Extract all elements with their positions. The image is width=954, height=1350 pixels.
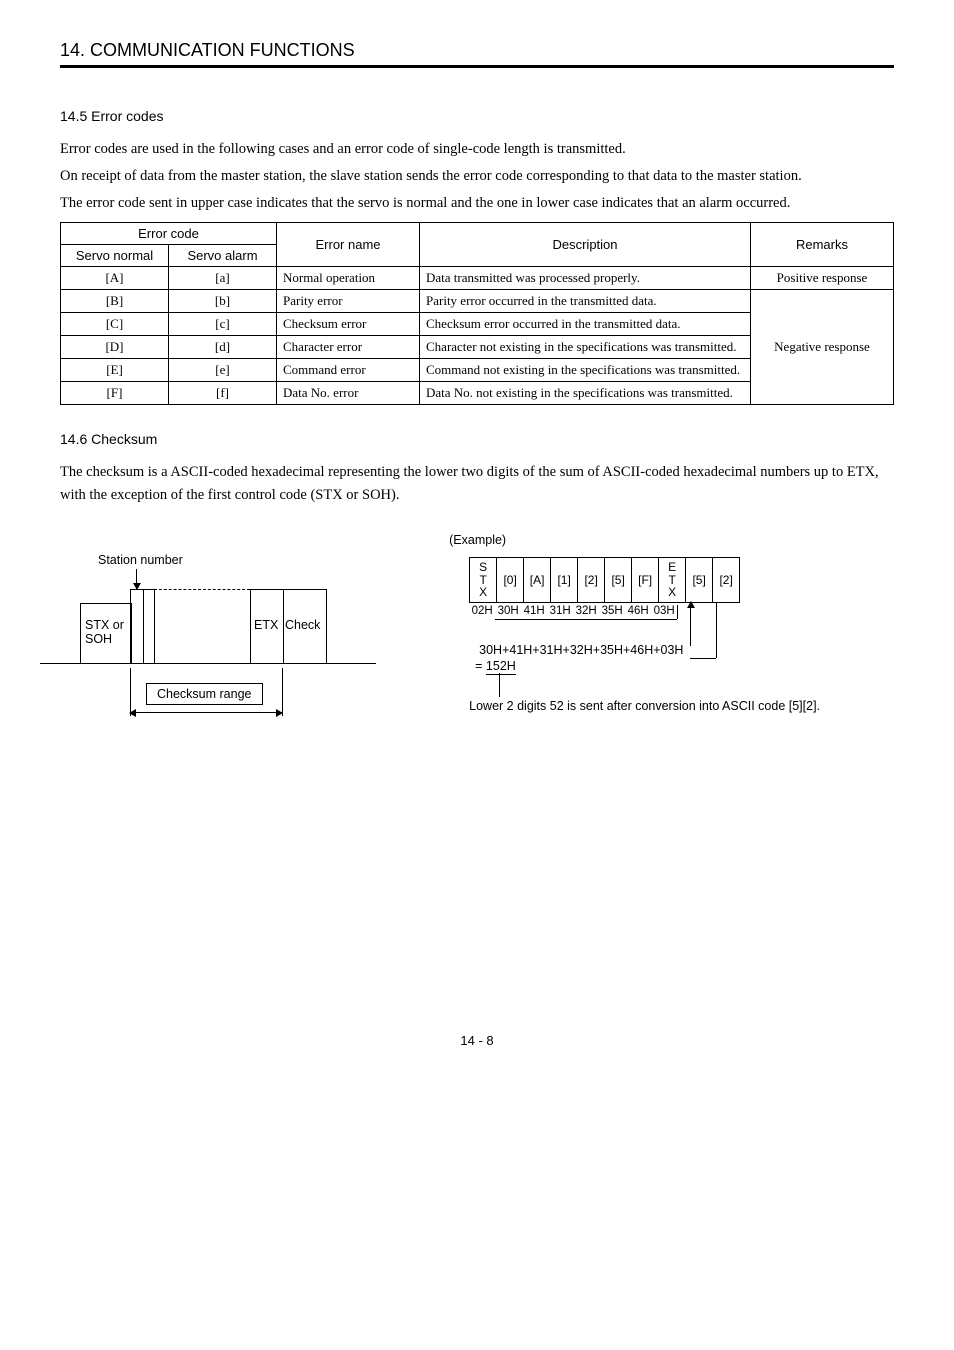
table-row: [B] [b] Parity error Parity error occurr… xyxy=(61,289,894,312)
hex-row: 02H30H41H31H32H35H46H03H xyxy=(469,605,677,617)
box-check: Check xyxy=(282,589,327,664)
lbl-note: Lower 2 digits 52 is sent after conversi… xyxy=(469,699,820,713)
lbl-result: = 152H xyxy=(475,659,516,673)
diagram-frame-right: (Example) STX[0][A][1][2][5][F]ETX[5][2]… xyxy=(449,533,894,773)
cell-desc: Data No. not existing in the specificati… xyxy=(420,381,751,404)
cell-desc: Parity error occurred in the transmitted… xyxy=(420,289,751,312)
cell-desc: Character not existing in the specificat… xyxy=(420,335,751,358)
cell-sn: [B] xyxy=(61,289,169,312)
byte-frame: STX[0][A][1][2][5][F]ETX[5][2] xyxy=(469,557,740,603)
hex-cell: 32H xyxy=(573,605,599,617)
section-head-146: 14.6 Checksum xyxy=(60,431,894,447)
frame-line-right xyxy=(326,663,376,664)
range-arrow xyxy=(130,712,282,713)
cell-sa: [a] xyxy=(169,266,277,289)
arrow-to-bytes-icon xyxy=(716,602,717,658)
para-4: The checksum is a ASCII-coded hexadecima… xyxy=(60,461,894,507)
lbl-stx: STX or xyxy=(85,618,124,632)
hex-cell: 46H xyxy=(625,605,651,617)
byte-cell: [0] xyxy=(496,557,523,603)
page-number: 14 - 8 xyxy=(60,1033,894,1048)
cell-desc: Data transmitted was processed properly. xyxy=(420,266,751,289)
th-servo-alarm: Servo alarm xyxy=(169,244,277,266)
byte-cell: [2] xyxy=(712,557,740,603)
byte-cell: [1] xyxy=(550,557,577,603)
arrow-station-icon xyxy=(136,569,137,589)
cell-remarks-neg: Negative response xyxy=(751,289,894,404)
hex-cell: 03H xyxy=(651,605,677,617)
cell-sn: [D] xyxy=(61,335,169,358)
dashed-top xyxy=(154,589,250,590)
byte-cell: [5] xyxy=(685,557,712,603)
hex-cell: 41H xyxy=(521,605,547,617)
chapter-title: 14. COMMUNICATION FUNCTIONS xyxy=(60,40,894,68)
cell-name: Data No. error xyxy=(277,381,420,404)
bytes-join xyxy=(690,658,716,659)
label-station-number: Station number xyxy=(98,553,183,567)
th-remarks: Remarks xyxy=(751,222,894,266)
lbl-soh: SOH xyxy=(85,632,112,646)
th-errcode: Error code xyxy=(61,222,277,244)
span-underline xyxy=(495,619,677,620)
byte-cell: [F] xyxy=(631,557,658,603)
byte-cell: [A] xyxy=(523,557,550,603)
arrow-to-sum-icon xyxy=(690,602,691,646)
byte-cell: [5] xyxy=(604,557,631,603)
cell-name: Checksum error xyxy=(277,312,420,335)
cell-name: Parity error xyxy=(277,289,420,312)
hex-cell: 02H xyxy=(469,605,495,617)
box-stx-soh: STX or SOH xyxy=(80,603,132,664)
box-checksum-range: Checksum range xyxy=(146,683,263,705)
byte-cell: [2] xyxy=(577,557,604,603)
sec-title: Checksum xyxy=(91,431,157,447)
frame-line xyxy=(40,663,80,664)
byte-cell: STX xyxy=(469,557,496,603)
hex-cell: 31H xyxy=(547,605,573,617)
table-header-row: Error code Error name Description Remark… xyxy=(61,222,894,244)
lbl-sum: 30H+41H+31H+32H+35H+46H+03H xyxy=(479,643,683,657)
cell-sa: [f] xyxy=(169,381,277,404)
error-code-table: Error code Error name Description Remark… xyxy=(60,222,894,405)
hex-cell: 30H xyxy=(495,605,521,617)
cell-sn: [C] xyxy=(61,312,169,335)
box-station-2 xyxy=(142,589,155,664)
diagram-frame-left: Station number STX or SOH ETX Check xyxy=(60,533,379,743)
cell-desc: Checksum error occurred in the transmitt… xyxy=(420,312,751,335)
tick-152 xyxy=(499,673,500,697)
para-1: Error codes are used in the following ca… xyxy=(60,138,894,161)
table-row: [A] [a] Normal operation Data transmitte… xyxy=(61,266,894,289)
hex-cell: 35H xyxy=(599,605,625,617)
frame-baseline xyxy=(80,663,326,664)
label-example: (Example) xyxy=(449,533,506,547)
cell-name: Command error xyxy=(277,358,420,381)
section-head-145: 14.5 Error codes xyxy=(60,108,894,124)
sec-num: 14.5 xyxy=(60,108,87,124)
th-errname: Error name xyxy=(277,222,420,266)
lbl-etx: ETX xyxy=(254,618,278,632)
cell-name: Character error xyxy=(277,335,420,358)
lbl-check: Check xyxy=(285,618,320,632)
cell-sn: [E] xyxy=(61,358,169,381)
para-2: On receipt of data from the master stati… xyxy=(60,165,894,188)
cell-sn: [F] xyxy=(61,381,169,404)
cell-name: Normal operation xyxy=(277,266,420,289)
th-desc: Description xyxy=(420,222,751,266)
sec-title: Error codes xyxy=(91,108,163,124)
span-tick xyxy=(677,605,678,619)
byte-cell: ETX xyxy=(658,557,685,603)
cell-sa: [e] xyxy=(169,358,277,381)
para-3: The error code sent in upper case indica… xyxy=(60,192,894,215)
th-servo-normal: Servo normal xyxy=(61,244,169,266)
lbl-checksum-range: Checksum range xyxy=(157,687,252,701)
cell-sa: [b] xyxy=(169,289,277,312)
sec-num: 14.6 xyxy=(60,431,87,447)
cell-sa: [c] xyxy=(169,312,277,335)
box-etx: ETX xyxy=(250,589,284,664)
cell-sn: [A] xyxy=(61,266,169,289)
cell-desc: Command not existing in the specificatio… xyxy=(420,358,751,381)
cell-remarks-pos: Positive response xyxy=(751,266,894,289)
cell-sa: [d] xyxy=(169,335,277,358)
